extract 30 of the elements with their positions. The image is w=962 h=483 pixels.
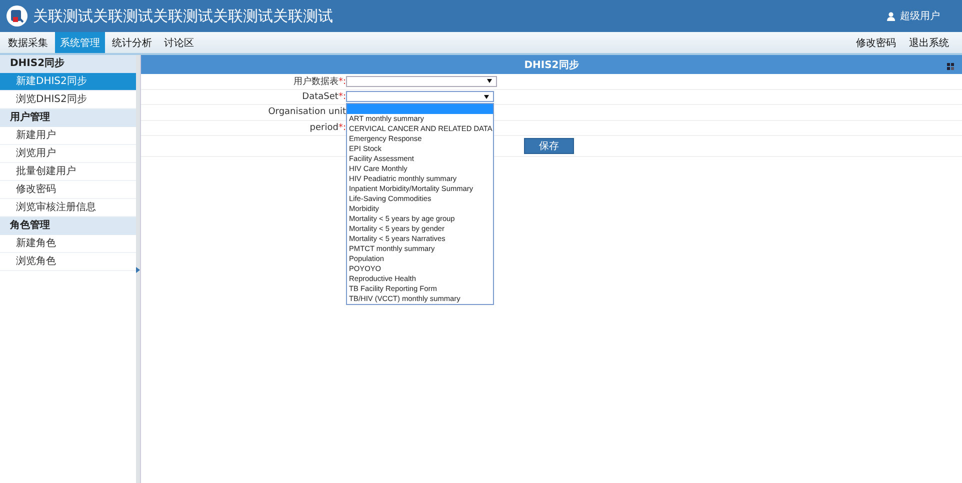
select-field[interactable] [346,76,497,87]
nav-link[interactable]: 退出系统 [909,36,949,50]
collapse-arrow-icon[interactable] [136,267,140,273]
required-mark: *: [338,76,346,87]
nav-tab[interactable]: 统计分析 [107,32,157,53]
required-mark: *: [338,92,346,102]
required-mark: *: [338,122,346,133]
nav-tab[interactable]: 系统管理 [55,32,105,53]
field-label: 用户数据表 [293,76,338,87]
user-name[interactable]: 超级用户 [900,9,940,23]
sidebar-group-header: 角色管理 [0,217,136,235]
app-title: 关联测试关联测试关联测试关联测试关联测试 [33,6,333,26]
panel-title: DHIS2同步 [524,58,579,72]
caret-icon [487,79,492,84]
user-icon [887,12,895,20]
field-label: period [310,122,338,133]
grid-icon[interactable] [947,63,954,70]
field-label: Organisation unit [268,107,346,118]
field-label: DataSet [302,92,338,102]
nav-tab[interactable]: 数据采集 [3,32,53,53]
logo-icon [6,5,28,27]
caret-icon [484,94,489,99]
sidebar-group-header: 用户管理 [0,109,136,127]
sidebar-group-header: DHIS2同步 [0,55,136,73]
select-field[interactable] [346,91,494,102]
nav-link[interactable]: 修改密码 [856,36,896,50]
save-button[interactable]: 保存 [524,138,574,154]
nav-tab[interactable]: 讨论区 [159,32,199,53]
sidebar-item[interactable]: 新建DHIS2同步 [0,73,136,91]
dropdown-option[interactable] [347,104,493,114]
